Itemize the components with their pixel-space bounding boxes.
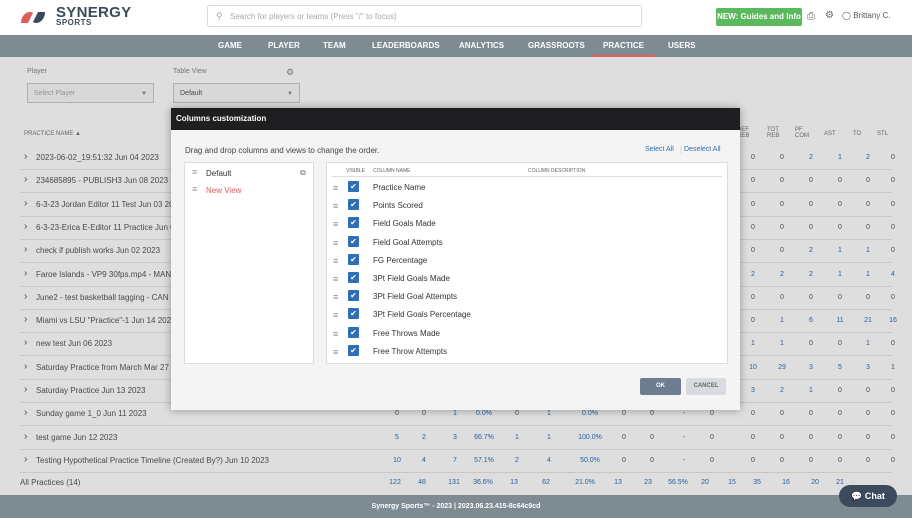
column-name: 3Pt Field Goals Made [373,274,450,283]
column-name: 3Pt Field Goals Percentage [373,310,471,320]
column-row[interactable]: ≡ ✔ Points Scored [327,198,727,216]
ok-button[interactable]: OK [640,378,681,395]
drag-handle-icon[interactable]: ≡ [333,292,338,302]
copy-icon[interactable]: ⧉ [300,168,306,178]
nav-leaderboards[interactable]: LEADERBOARDS [372,35,440,57]
visible-checkbox[interactable]: ✔ [348,308,359,320]
nav-team[interactable]: TEAM [323,35,346,57]
visible-checkbox[interactable]: ✔ [348,217,359,229]
drag-handle-icon[interactable]: ≡ [192,167,197,177]
user-icon: ◯ [842,11,854,20]
column-row[interactable]: ≡ ✔ Field Goals Made [327,216,727,234]
column-name: Field Goal Attempts [373,237,443,247]
settings-icon[interactable]: ⚙ [825,10,834,21]
logo-mark-icon [21,12,45,23]
dialog-title: Columns customization [171,108,740,130]
logo-subtext: SPORTS [56,18,92,27]
chat-icon: 💬 [851,491,863,501]
column-row[interactable]: ≡ ✔ Field Goal Attempts [327,235,727,253]
print-icon[interactable]: ⎙ [807,11,815,22]
chat-label: Chat [864,491,885,501]
view-new-view[interactable]: New View [206,186,241,195]
drag-handle-icon[interactable]: ≡ [192,184,197,194]
top-bar: SYNERGY SPORTS ⚲ NEW: Guides and Info ⎙ … [0,0,912,35]
drag-handle-icon[interactable]: ≡ [333,256,338,266]
select-all-link[interactable]: Select All [645,146,674,153]
drag-handle-icon[interactable]: ≡ [333,238,338,248]
column-name: Field Goals Made [373,219,436,229]
footer-copyright: Synergy Sports™ - 2023 [371,503,453,510]
visible-checkbox[interactable]: ✔ [348,235,359,247]
column-name: Free Throws Made [373,328,440,338]
column-row[interactable]: ≡ ✔ Practice Name [327,180,727,198]
column-name: Free Throw Attempts [373,346,448,356]
column-row[interactable]: ≡ ✔ 3Pt Field Goals Made [327,271,727,289]
drag-handle-icon[interactable]: ≡ [333,183,338,193]
nav-analytics[interactable]: ANALYTICS [459,35,504,57]
visible-checkbox[interactable]: ✔ [348,326,359,338]
visible-checkbox[interactable]: ✔ [348,344,359,356]
user-name: Brittany C. [853,11,891,20]
drag-handle-icon[interactable]: ≡ [333,347,338,357]
nav-game[interactable]: GAME [218,35,242,57]
visible-checkbox[interactable]: ✔ [348,290,359,302]
deselect-all-link[interactable]: Deselect All [684,146,721,153]
main-nav: GAME PLAYER TEAM LEADERBOARDS ANALYTICS … [0,35,912,57]
column-name: Practice Name [373,183,426,192]
column-row[interactable]: ≡ ✔ Free Throw Attempts [327,344,727,362]
visible-checkbox[interactable]: ✔ [348,272,359,283]
visible-checkbox[interactable]: ✔ [348,181,359,192]
visible-checkbox[interactable]: ✔ [348,199,359,211]
link-divider: | [680,145,683,154]
nav-users[interactable]: USERS [668,35,696,57]
column-row[interactable]: ≡ ✔ 3Pt Field Goal Attempts [327,289,727,307]
footer: Synergy Sports™ - 2023 | 2023.06.23.415-… [0,495,912,518]
column-name: 3Pt Field Goal Attempts [373,292,458,302]
column-name-header: COLUMN NAME [373,168,411,174]
search-box[interactable]: ⚲ [207,5,642,27]
columns-customization-dialog: Columns customization Drag and drop colu… [171,108,740,410]
dialog-instructions: Drag and drop columns and views to chang… [185,146,380,155]
drag-handle-icon[interactable]: ≡ [333,201,338,211]
search-input[interactable] [228,8,632,24]
view-default[interactable]: Default [206,169,231,178]
drag-handle-icon[interactable]: ≡ [333,329,338,339]
synergy-logo[interactable]: SYNERGY SPORTS [19,5,149,28]
cancel-button[interactable]: CANCEL [686,378,726,395]
nav-grassroots[interactable]: GRASSROOTS [528,35,585,57]
columns-panel: VISIBLE COLUMN NAME COLUMN DESCRIPTION ≡… [326,162,728,364]
search-icon: ⚲ [216,11,223,21]
drag-handle-icon[interactable]: ≡ [333,219,338,229]
column-description-header: COLUMN DESCRIPTION [528,168,586,174]
chat-button[interactable]: 💬 Chat [839,485,897,507]
footer-version: 2023.06.23.415-8c64c9cd [457,503,541,510]
column-name: FG Percentage [373,255,428,265]
drag-handle-icon[interactable]: ≡ [333,274,338,284]
column-row[interactable]: ≡ ✔ Free Throws Made [327,326,727,344]
column-row[interactable]: ≡ ✔ FG Percentage [327,253,727,271]
drag-handle-icon[interactable]: ≡ [333,310,338,320]
column-name: Points Scored [373,201,423,211]
views-panel: ≡ Default ⧉ ≡ New View [184,162,314,364]
user-menu[interactable]: ◯ Brittany C. [842,11,891,20]
visible-header: VISIBLE [346,168,365,174]
visible-checkbox[interactable]: ✔ [348,253,359,265]
nav-player[interactable]: PLAYER [268,35,300,57]
nav-practice[interactable]: PRACTICE [592,35,655,57]
header-divider [332,176,722,177]
guides-button[interactable]: NEW: Guides and Info [716,8,802,26]
column-row[interactable]: ≡ ✔ 3Pt Field Goals Percentage [327,307,727,325]
